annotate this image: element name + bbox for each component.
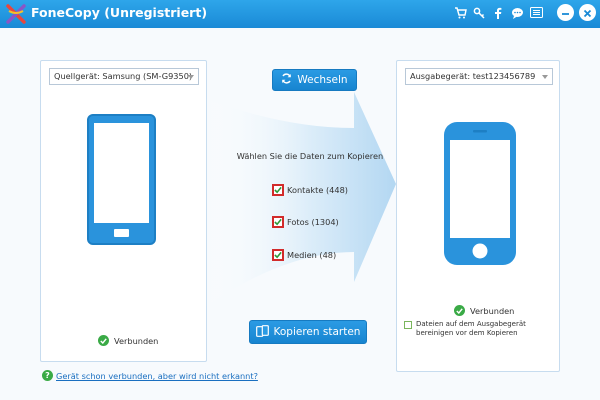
minimize-icon (561, 3, 570, 22)
source-status-text: Verbunden (114, 335, 159, 346)
close-icon (583, 3, 592, 22)
minimize-button[interactable] (557, 4, 574, 21)
start-copy-button[interactable]: Kopieren starten (249, 320, 367, 344)
start-copy-label: Kopieren starten (273, 326, 361, 338)
help-icon: ? (42, 370, 53, 381)
clear-target-option[interactable]: Dateien auf dem Ausgabegerät bereinigen … (404, 320, 558, 338)
device-not-recognized-link[interactable]: Gerät schon verbunden, aber wird nicht e… (56, 371, 258, 381)
target-status-text: Verbunden (470, 305, 515, 316)
source-status: Verbunden (98, 335, 158, 346)
source-device-dropdown[interactable]: Quellgerät: Samsung (SM-G9350) (49, 68, 199, 85)
checkbox-checked-icon[interactable] (272, 216, 284, 228)
checkbox-checked-icon[interactable] (272, 184, 284, 196)
switch-button[interactable]: Wechseln (272, 69, 357, 91)
app-logo-icon (5, 3, 27, 25)
android-phone-icon (86, 113, 157, 250)
main-area: Quellgerät: Samsung (SM-G9350) Verbunden (0, 28, 600, 400)
key-icon[interactable] (472, 6, 486, 20)
option-media[interactable]: Medien (48) (272, 249, 336, 261)
check-icon (98, 335, 109, 346)
refresh-icon (281, 73, 292, 87)
iphone-icon (443, 121, 517, 270)
source-device-value: Quellgerät: Samsung (SM-G9350) (54, 71, 193, 81)
checkbox-unchecked-icon[interactable] (404, 321, 412, 329)
choose-data-label: Wählen Sie die Daten zum Kopieren (236, 151, 384, 161)
copy-icon (255, 324, 269, 340)
help-row: ? Gerät schon verbunden, aber wird nicht… (42, 370, 258, 381)
option-photos[interactable]: Fotos (1304) (272, 216, 339, 228)
window-title: FoneCopy (Unregistriert) (31, 5, 208, 20)
source-device-panel: Quellgerät: Samsung (SM-G9350) Verbunden (40, 60, 207, 362)
option-media-label: Medien (48) (287, 250, 337, 260)
option-contacts-label: Kontakte (448) (287, 185, 348, 195)
option-contacts[interactable]: Kontakte (448) (272, 184, 348, 196)
transfer-arrow (204, 92, 396, 314)
chat-icon[interactable] (510, 6, 524, 20)
close-button[interactable] (579, 4, 596, 21)
target-status: Verbunden (454, 305, 514, 316)
cart-icon[interactable] (453, 6, 467, 20)
switch-button-label: Wechseln (297, 74, 348, 86)
clear-target-label: Dateien auf dem Ausgabegerät bereinigen … (416, 320, 526, 337)
menu-icon[interactable] (529, 6, 543, 20)
target-device-value: Ausgabegerät: test123456789 (410, 71, 536, 81)
facebook-icon[interactable] (491, 6, 505, 20)
check-icon (454, 305, 465, 316)
checkbox-checked-icon[interactable] (272, 249, 284, 261)
chevron-down-icon (542, 75, 548, 79)
option-photos-label: Fotos (1304) (287, 217, 339, 227)
title-bar: FoneCopy (Unregistriert) (0, 0, 600, 28)
target-device-dropdown[interactable]: Ausgabegerät: test123456789 (405, 68, 553, 85)
chevron-down-icon (188, 75, 194, 79)
